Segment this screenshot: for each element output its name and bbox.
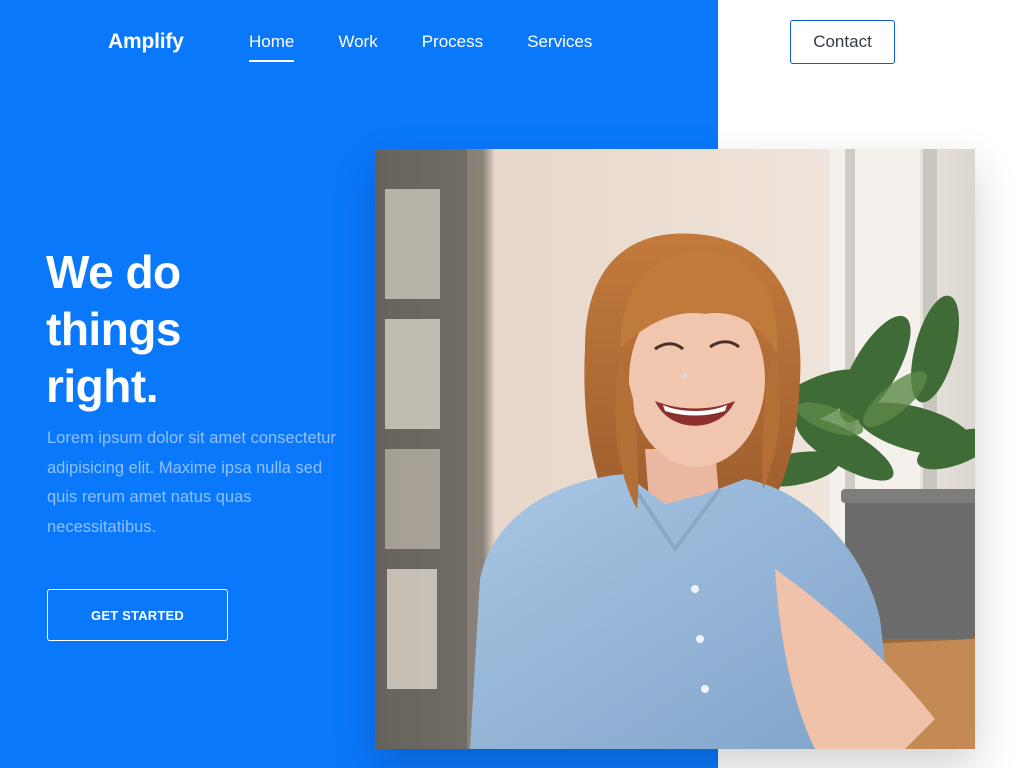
get-started-button[interactable]: GET STARTED	[47, 589, 228, 641]
landing-page: Amplify Home Work Process Services Conta…	[0, 0, 1024, 768]
hero-photo	[375, 149, 975, 749]
brand-logo[interactable]: Amplify	[108, 30, 184, 54]
hero-description: Lorem ipsum dolor sit amet consectetur a…	[47, 429, 336, 536]
nav-item-services[interactable]: Services	[527, 31, 592, 53]
hero-title: We do things right.	[46, 244, 346, 415]
nav-item-process[interactable]: Process	[422, 31, 483, 53]
contact-button[interactable]: Contact	[790, 20, 895, 64]
hero-title-line: things	[46, 303, 181, 355]
hero-title-line: right.	[46, 360, 158, 412]
hero-title-line: We do	[46, 246, 181, 298]
hero-photo-illustration	[375, 149, 975, 749]
nav-item-work[interactable]: Work	[338, 31, 377, 53]
main-nav: Home Work Process Services	[249, 31, 592, 62]
nav-item-home[interactable]: Home	[249, 31, 295, 62]
